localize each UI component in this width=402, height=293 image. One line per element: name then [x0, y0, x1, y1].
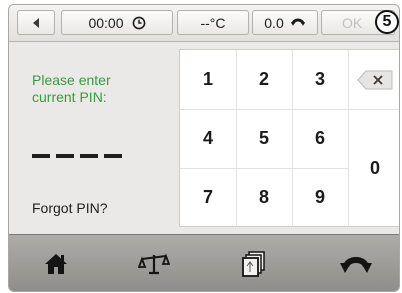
key-6[interactable]: 6 — [292, 109, 348, 168]
key-7[interactable]: 7 — [180, 168, 236, 227]
speed-display[interactable]: 0.0 — [252, 10, 318, 35]
pin-info-panel: Please enter current PIN: Forgot PIN? — [9, 42, 177, 234]
key-4[interactable]: 4 — [180, 109, 236, 168]
key-8[interactable]: 8 — [236, 168, 292, 227]
callout-number-badge: 5 — [375, 10, 399, 34]
rotation-button[interactable] — [321, 235, 391, 291]
key-1[interactable]: 1 — [180, 50, 236, 109]
pin-digit-placeholder — [32, 154, 50, 158]
key-0[interactable]: 0 — [348, 109, 399, 228]
clock-icon — [132, 16, 145, 29]
weighing-button[interactable] — [119, 235, 189, 291]
timer-value: 00:00 — [88, 14, 124, 31]
pin-entry-screen: 00:00 --°C 0.0 OK Please enter current P… — [8, 4, 400, 292]
pin-digit-placeholder — [104, 154, 122, 158]
status-bar: 00:00 --°C 0.0 OK — [9, 5, 399, 42]
forgot-pin-link[interactable]: Forgot PIN? — [32, 200, 107, 216]
pin-digit-placeholder — [80, 154, 98, 158]
pin-digit-placeholder — [56, 154, 74, 158]
rotation-icon — [340, 256, 372, 273]
key-5[interactable]: 5 — [236, 109, 292, 168]
backspace-button[interactable] — [348, 50, 399, 109]
home-button[interactable] — [21, 235, 91, 291]
document-stack-icon — [242, 250, 265, 277]
home-icon — [45, 253, 67, 274]
key-2[interactable]: 2 — [236, 50, 292, 109]
documents-button[interactable] — [219, 235, 289, 291]
back-arrow-icon — [33, 17, 39, 28]
backspace-icon — [357, 70, 393, 89]
numeric-keypad: 1 2 3 4 5 6 7 8 9 0 — [179, 49, 399, 228]
key-9[interactable]: 9 — [292, 168, 348, 227]
bottom-navigation — [9, 234, 399, 291]
balance-scale-icon — [138, 252, 170, 274]
temperature-value: --°C — [200, 14, 226, 31]
pin-prompt: Please enter current PIN: — [32, 72, 111, 105]
timer-display[interactable]: 00:00 — [61, 10, 173, 35]
key-3[interactable]: 3 — [292, 50, 348, 109]
pin-display — [32, 154, 122, 158]
speed-value: 0.0 — [264, 14, 284, 31]
back-button[interactable] — [17, 10, 55, 35]
ok-label: OK — [342, 14, 363, 31]
temperature-display[interactable]: --°C — [177, 10, 249, 35]
rotation-icon — [290, 18, 305, 26]
